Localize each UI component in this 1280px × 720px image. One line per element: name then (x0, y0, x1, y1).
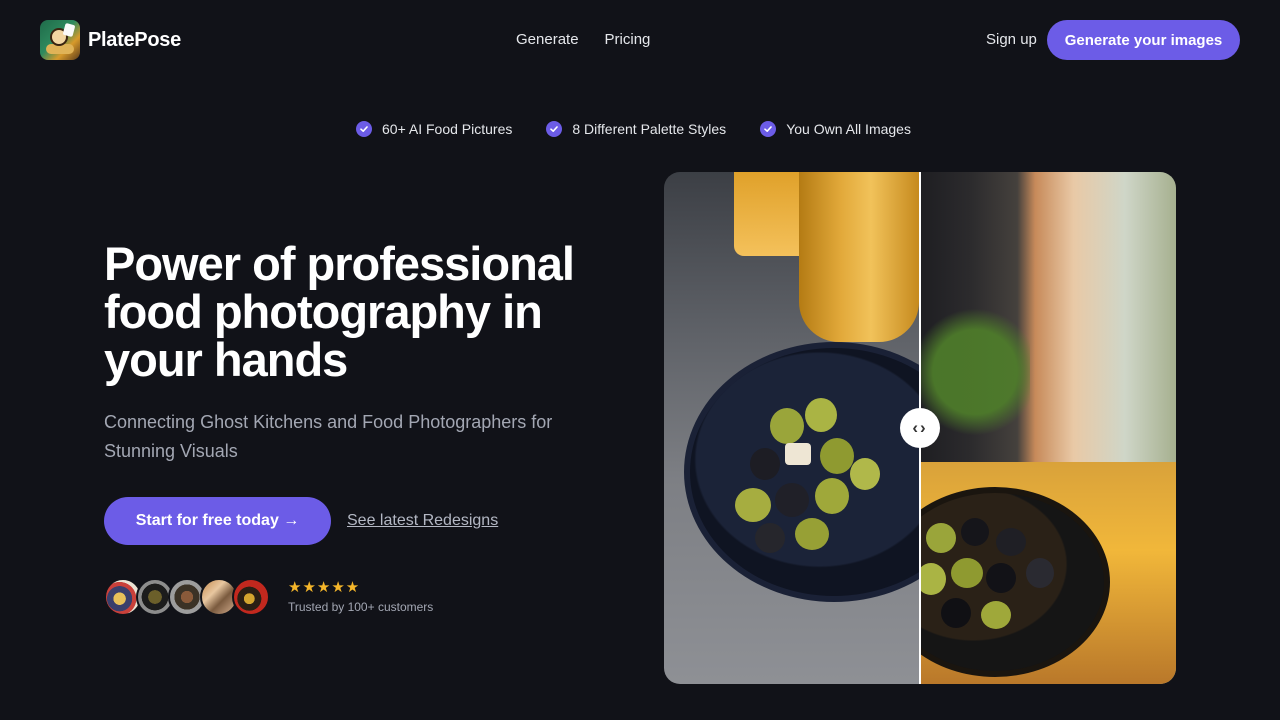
feature-list: 60+ AI Food Pictures 8 Different Palette… (356, 121, 911, 137)
generate-images-button[interactable]: Generate your images (1047, 20, 1240, 60)
feature-item: 8 Different Palette Styles (546, 121, 726, 137)
nav-link-generate[interactable]: Generate (516, 31, 579, 48)
star-rating-icons: ★★★★★ (288, 579, 361, 596)
before-after-image-compare[interactable]: ‹› (664, 172, 1176, 684)
nav-link-pricing[interactable]: Pricing (605, 31, 651, 48)
brand-logo-link[interactable]: PlatePose (40, 20, 181, 60)
check-circle-icon (760, 121, 777, 137)
top-navbar: PlatePose Generate Pricing Sign up Gener… (0, 0, 1280, 80)
feature-label: 8 Different Palette Styles (572, 121, 727, 137)
trusted-text: Trusted by 100+ customers (288, 600, 434, 614)
brand-name: PlatePose (88, 28, 181, 51)
hero-headline: Power of professional food photography i… (104, 237, 575, 386)
check-circle-icon (356, 121, 372, 137)
after-photo (920, 172, 1176, 684)
avatar (232, 578, 270, 616)
sign-up-link[interactable]: Sign up (986, 31, 1037, 48)
customer-avatars (104, 578, 270, 616)
check-circle-icon (546, 121, 563, 137)
compare-slider-handle-icon[interactable]: ‹› (900, 408, 940, 448)
hero-subtitle: Connecting Ghost Kitchens and Food Photo… (104, 412, 553, 461)
start-free-button[interactable]: Start for free today → (104, 497, 331, 545)
brand-logo-icon (40, 20, 80, 60)
feature-label: 60+ AI Food Pictures (382, 121, 513, 137)
feature-item: 60+ AI Food Pictures (356, 121, 512, 137)
before-photo (664, 172, 920, 684)
see-redesigns-link[interactable]: See latest Redesigns (347, 512, 498, 530)
feature-label: You Own All Images (786, 121, 911, 137)
nav-links: Generate Pricing (516, 31, 650, 48)
customer-rating: ★★★★★ Trusted by 100+ customers (288, 579, 433, 614)
feature-item: You Own All Images (760, 121, 911, 137)
